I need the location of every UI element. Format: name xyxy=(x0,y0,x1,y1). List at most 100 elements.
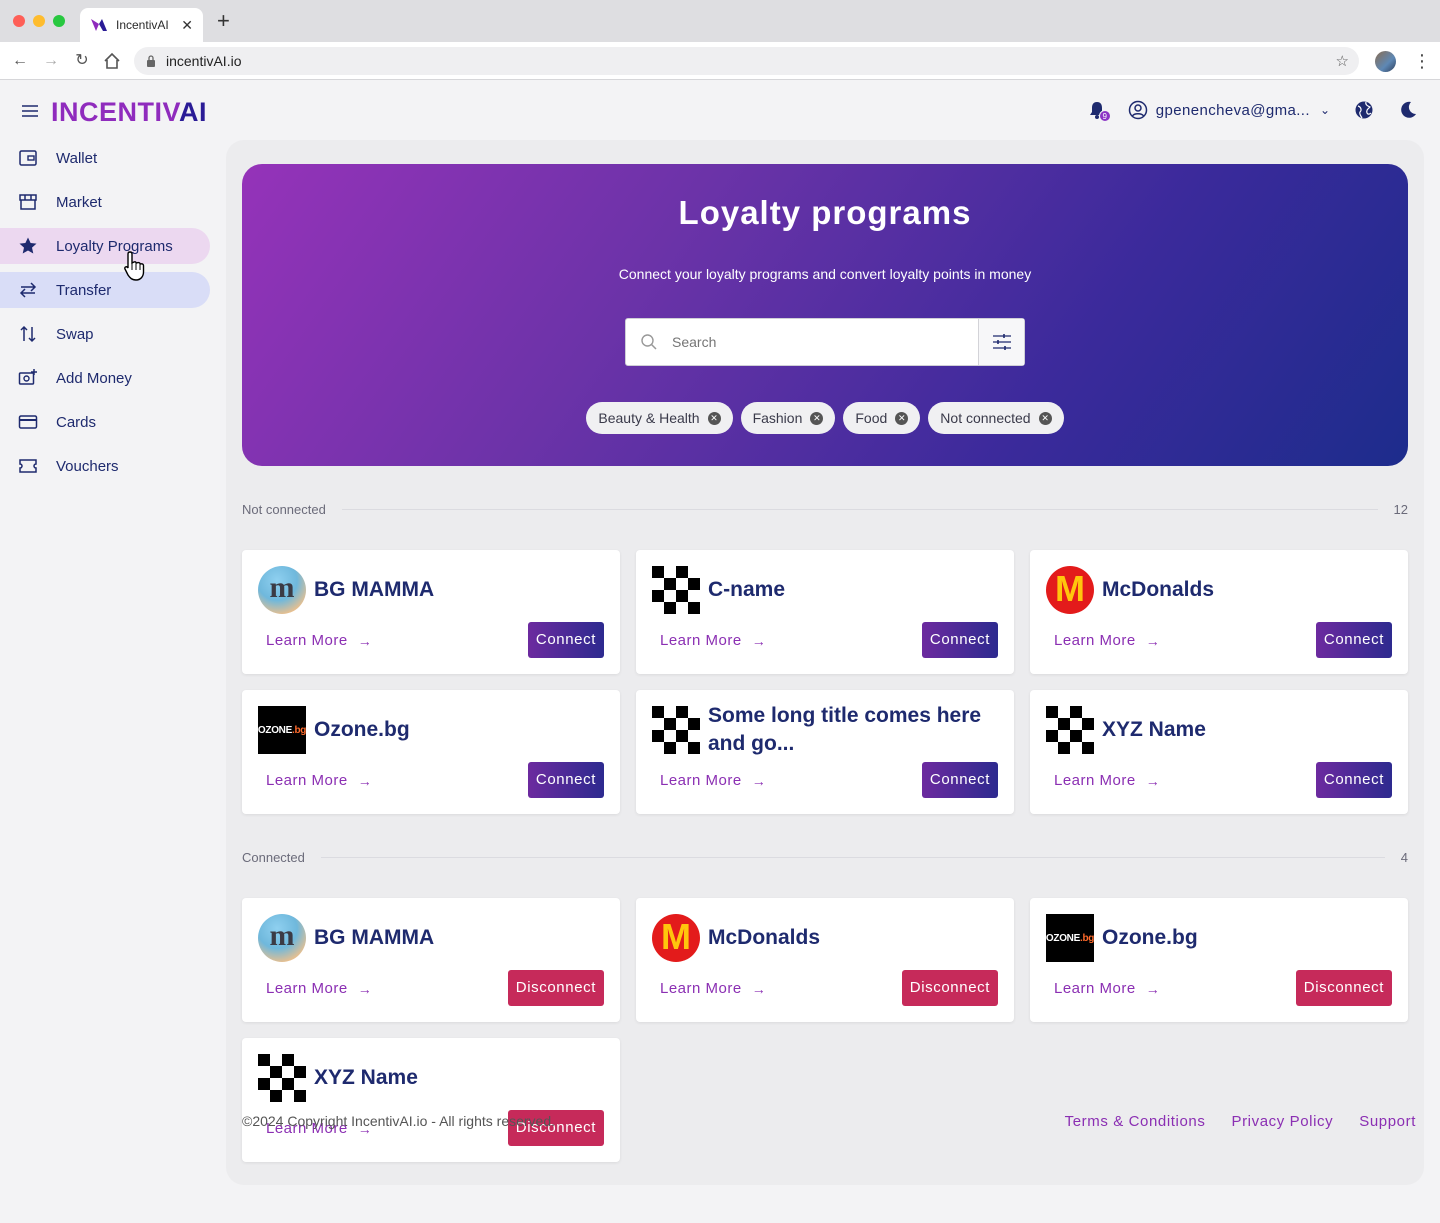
globe-icon[interactable] xyxy=(1354,100,1374,120)
sidebar-item-transfer[interactable]: Transfer xyxy=(0,272,210,308)
bookmark-star-icon[interactable]: ☆ xyxy=(1336,52,1349,70)
add-money-icon xyxy=(18,369,37,385)
window-close-button[interactable] xyxy=(13,15,25,27)
section-divider xyxy=(320,857,1385,858)
connect-button[interactable]: Connect xyxy=(527,762,604,798)
browser-menu-icon[interactable]: ⋮ xyxy=(1413,51,1431,71)
learn-more-label: Learn More xyxy=(1054,772,1136,789)
window-maximize-button[interactable] xyxy=(53,15,65,27)
card-title: McDonalds xyxy=(708,926,821,949)
disconnect-button[interactable]: Disconnect xyxy=(507,970,604,1006)
chip-remove-icon[interactable]: ✕ xyxy=(810,411,824,425)
privacy-link[interactable]: Privacy Policy xyxy=(1231,1113,1333,1130)
learn-more-label: Learn More xyxy=(1054,980,1136,997)
learn-more-link[interactable]: Learn More → xyxy=(266,980,372,997)
chip-beauty-health[interactable]: Beauty & Health ✕ xyxy=(586,402,733,434)
browser-tab[interactable]: IncentivAI ✕ xyxy=(80,8,203,42)
chip-fashion[interactable]: Fashion ✕ xyxy=(740,402,836,434)
card-title: Some long title comes here and go... xyxy=(708,704,982,755)
star-icon xyxy=(19,237,37,254)
loyalty-card: XYZ Name Learn More → Disconnect xyxy=(242,1038,620,1162)
chip-not-connected[interactable]: Not connected ✕ xyxy=(928,402,1064,434)
chip-food[interactable]: Food ✕ xyxy=(843,402,921,434)
card-title: XYZ Name xyxy=(1102,718,1206,741)
connect-button[interactable]: Connect xyxy=(921,622,998,658)
disconnect-button[interactable]: Disconnect xyxy=(901,970,998,1006)
sidebar-item-add-money[interactable]: Add Money xyxy=(0,360,210,396)
search-input[interactable] xyxy=(672,334,978,350)
new-tab-button[interactable]: + xyxy=(217,10,230,32)
tab-close-icon[interactable]: ✕ xyxy=(181,17,193,34)
learn-more-link[interactable]: Learn More → xyxy=(266,772,372,789)
account-menu[interactable]: gpenencheva@gma... ⌄ xyxy=(1128,100,1330,120)
mcdonalds-logo-icon: M xyxy=(1046,566,1094,614)
sidebar-item-swap[interactable]: Swap xyxy=(0,316,210,352)
section-count: 4 xyxy=(1400,850,1408,865)
browser-profile-avatar[interactable] xyxy=(1375,51,1396,72)
chip-remove-icon[interactable]: ✕ xyxy=(895,411,909,425)
card-title: Ozone.bg xyxy=(314,718,410,741)
sidebar-item-label: Cards xyxy=(56,413,97,431)
wallet-icon xyxy=(19,150,37,166)
home-icon[interactable] xyxy=(103,52,121,70)
arrow-right-icon: → xyxy=(1145,772,1161,789)
sidebar-item-label: Market xyxy=(56,193,102,211)
chip-remove-icon[interactable]: ✕ xyxy=(707,411,721,425)
address-bar[interactable]: incentivAI.io ☆ xyxy=(134,47,1359,75)
loyalty-card: Some long title comes here and go... Lear… xyxy=(636,690,1014,814)
card-title: Ozone.bg xyxy=(1102,926,1198,949)
learn-more-link[interactable]: Learn More → xyxy=(1054,632,1160,649)
hamburger-menu-icon[interactable] xyxy=(20,103,40,119)
sidebar-item-vouchers[interactable]: Vouchers xyxy=(0,448,210,484)
filter-chips: Beauty & Health ✕ Fashion ✕ Food ✕ Not conn… xyxy=(242,402,1408,434)
sidebar-item-label: Wallet xyxy=(56,149,98,167)
checker-placeholder-logo-icon xyxy=(652,566,700,614)
learn-more-link[interactable]: Learn More → xyxy=(1054,772,1160,789)
reload-icon[interactable]: ↻ xyxy=(72,51,92,71)
header-actions: 9 gpenencheva@gma... ⌄ xyxy=(1086,98,1418,122)
connect-button[interactable]: Connect xyxy=(1315,762,1392,798)
filter-button[interactable] xyxy=(978,319,1024,365)
sidebar-item-loyalty-programs[interactable]: Loyalty Programs xyxy=(0,228,210,264)
search-box xyxy=(625,318,1025,366)
learn-more-link[interactable]: Learn More → xyxy=(660,772,766,789)
chip-label: Food xyxy=(855,410,888,426)
moon-icon[interactable] xyxy=(1398,100,1418,120)
sidebar-item-label: Add Money xyxy=(56,369,132,387)
page-subtitle: Connect your loyalty programs and conver… xyxy=(618,266,1032,282)
connect-button[interactable]: Connect xyxy=(921,762,998,798)
checker-placeholder-logo-icon xyxy=(652,706,700,754)
forward-icon[interactable]: → xyxy=(41,51,61,71)
voucher-icon xyxy=(19,459,37,473)
section-count: 12 xyxy=(1393,502,1408,517)
loyalty-card: m BG MAMMA Learn More → Connect xyxy=(242,550,620,674)
notifications-button[interactable]: 9 xyxy=(1086,99,1111,122)
window-minimize-button[interactable] xyxy=(33,15,45,27)
sidebar-item-label: Swap xyxy=(56,325,94,343)
disconnect-button[interactable]: Disconnect xyxy=(1295,970,1392,1006)
sliders-icon xyxy=(992,334,1011,350)
learn-more-label: Learn More xyxy=(266,772,348,789)
learn-more-label: Learn More xyxy=(1054,632,1136,649)
chip-remove-icon[interactable]: ✕ xyxy=(1038,411,1052,425)
hand-cursor-icon xyxy=(124,251,145,281)
url-text: incentivAI.io xyxy=(166,53,242,69)
app-root: INCENTIVAI 9 gpenencheva@gma... ⌄ Wallet… xyxy=(0,80,1440,1223)
sidebar-item-wallet[interactable]: Wallet xyxy=(0,140,210,176)
learn-more-link[interactable]: Learn More → xyxy=(660,980,766,997)
terms-link[interactable]: Terms & Conditions xyxy=(1065,1113,1206,1130)
sidebar-item-market[interactable]: Market xyxy=(0,184,210,220)
support-link[interactable]: Support xyxy=(1359,1113,1416,1130)
connect-button[interactable]: Connect xyxy=(527,622,604,658)
section-label: Not connected xyxy=(242,502,326,517)
incentivai-logo[interactable]: INCENTIVAI xyxy=(51,97,207,128)
loyalty-card: m BG MAMMA Learn More → Disconnect xyxy=(242,898,620,1022)
back-icon[interactable]: ← xyxy=(10,51,30,71)
chip-label: Not connected xyxy=(940,410,1031,426)
learn-more-link[interactable]: Learn More → xyxy=(266,632,372,649)
sidebar-item-cards[interactable]: Cards xyxy=(0,404,210,440)
bgmamma-logo-icon: m xyxy=(258,914,306,962)
learn-more-link[interactable]: Learn More → xyxy=(660,632,766,649)
learn-more-link[interactable]: Learn More → xyxy=(1054,980,1160,997)
connect-button[interactable]: Connect xyxy=(1315,622,1392,658)
